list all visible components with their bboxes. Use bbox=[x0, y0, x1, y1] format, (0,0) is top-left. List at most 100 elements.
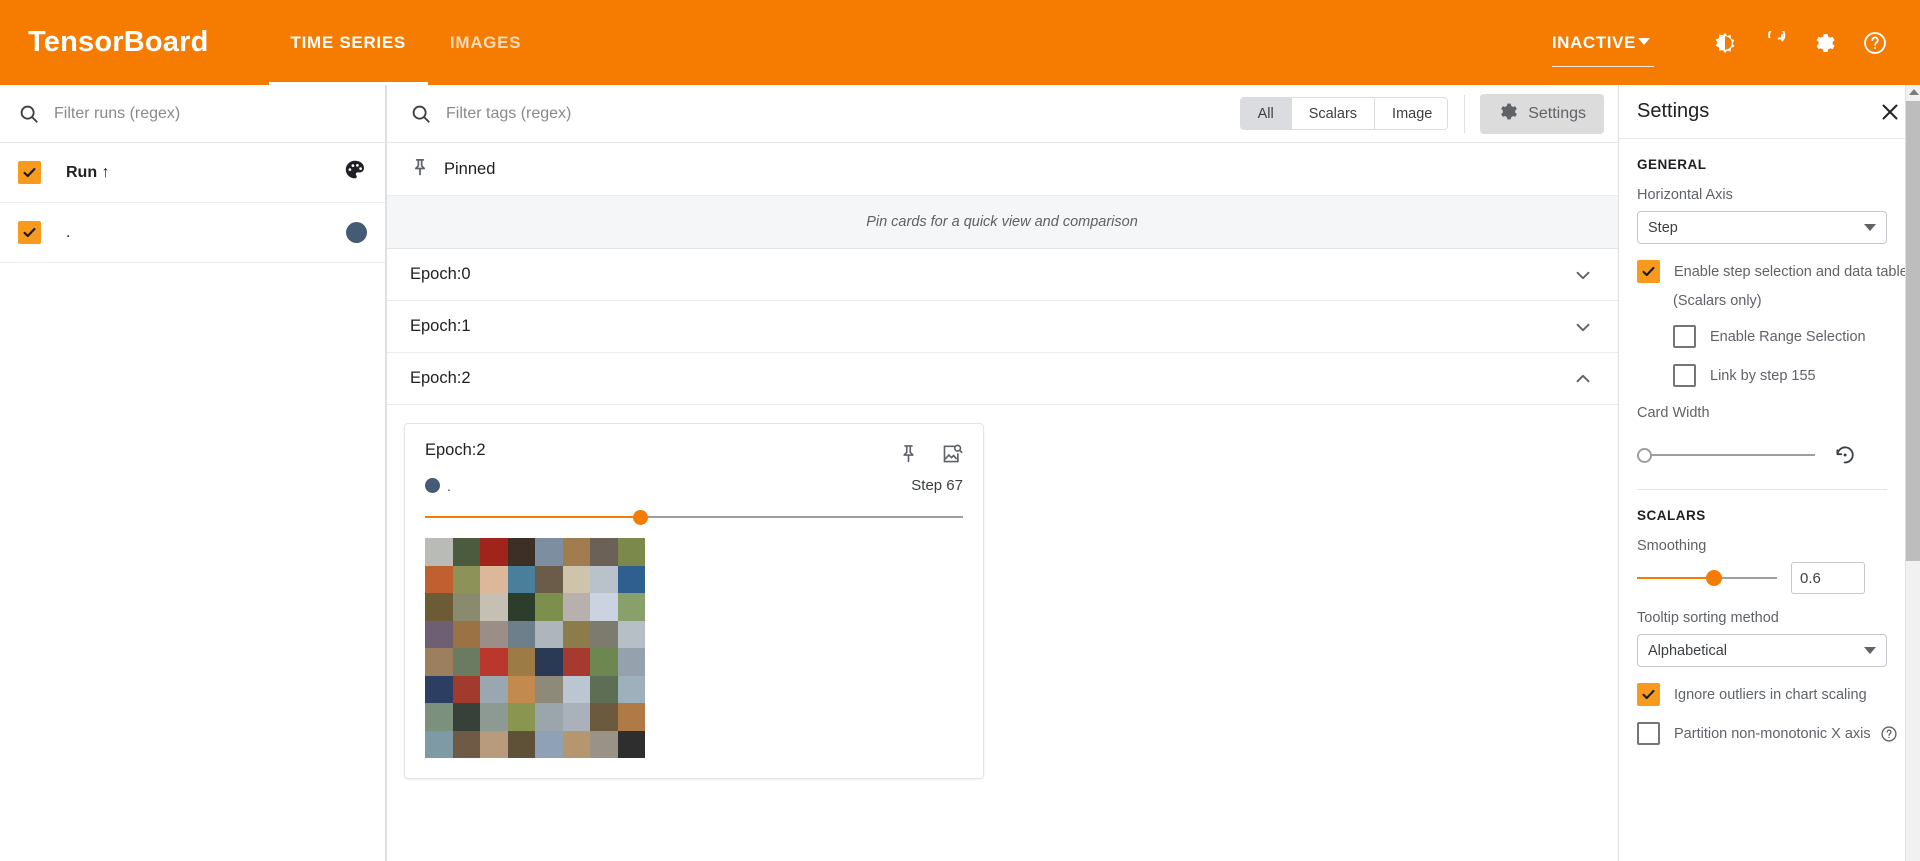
help-icon[interactable] bbox=[1852, 20, 1898, 66]
smoothing-knob[interactable] bbox=[1706, 570, 1722, 586]
chevron-down-icon bbox=[1864, 647, 1876, 654]
close-icon[interactable] bbox=[1878, 100, 1902, 124]
smoothing-slider[interactable] bbox=[1637, 569, 1777, 587]
scroll-up-arrow-icon[interactable] bbox=[1909, 89, 1919, 95]
thumbnail-cell bbox=[562, 648, 590, 676]
pinned-title: Pinned bbox=[444, 159, 496, 178]
enable-step-selection-row[interactable]: Enable step selection and data table bbox=[1637, 260, 1908, 283]
card-width-track bbox=[1637, 454, 1815, 456]
thumbnail-cell bbox=[617, 675, 645, 703]
run-color-swatch-wrap bbox=[346, 222, 367, 243]
tooltip-sort-select[interactable]: Alphabetical bbox=[1637, 634, 1887, 667]
thumbnail-cell bbox=[480, 703, 508, 731]
runs-column-header[interactable]: Run ↑ bbox=[66, 164, 110, 182]
thumbnail-cell bbox=[535, 730, 563, 758]
restore-icon[interactable] bbox=[1833, 443, 1857, 467]
smoothing-input[interactable] bbox=[1791, 562, 1865, 594]
ignore-outliers-label: Ignore outliers in chart scaling bbox=[1674, 686, 1867, 703]
thumbnail-cell bbox=[590, 620, 618, 648]
settings-section-general: GENERAL bbox=[1637, 157, 1707, 172]
partition-x-axis-checkbox[interactable] bbox=[1637, 722, 1660, 745]
link-by-step-label: Link by step 155 bbox=[1710, 367, 1816, 384]
image-card-run-label: . bbox=[447, 477, 451, 494]
image-thumbnail-grid[interactable] bbox=[425, 538, 645, 758]
step-slider-fill bbox=[425, 516, 641, 518]
thumbnail-cell bbox=[590, 675, 618, 703]
tab-images[interactable]: IMAGES bbox=[428, 0, 543, 85]
run-name-label: . bbox=[66, 223, 71, 241]
gear-icon[interactable] bbox=[1802, 20, 1848, 66]
tooltip-sort-value: Alphabetical bbox=[1648, 642, 1727, 659]
image-card-step-label: Step 67 bbox=[911, 477, 963, 494]
thumbnail-cell bbox=[562, 703, 590, 731]
thumbnail-cell bbox=[617, 730, 645, 758]
thumbnail-cell bbox=[480, 648, 508, 676]
filter-scalars-button[interactable]: Scalars bbox=[1291, 98, 1376, 129]
scrollbar-thumb[interactable] bbox=[1906, 101, 1920, 561]
thumbnail-cell bbox=[507, 648, 535, 676]
header-actions: INACTIVE bbox=[1551, 0, 1920, 85]
search-icon bbox=[18, 103, 40, 125]
enable-range-selection-checkbox[interactable] bbox=[1673, 325, 1696, 348]
thumbnail-cell bbox=[562, 565, 590, 593]
image-card-title: Epoch:2 bbox=[425, 441, 486, 459]
image-card[interactable]: Epoch:2 . Step 67 bbox=[404, 423, 984, 779]
help-circle-icon[interactable] bbox=[1880, 725, 1898, 743]
thumbnail-cell bbox=[617, 620, 645, 648]
thumbnail-cell bbox=[507, 593, 535, 621]
sidebar-divider bbox=[386, 85, 387, 861]
thumbnail-cell bbox=[425, 703, 453, 731]
runs-filter-input[interactable] bbox=[54, 104, 367, 123]
link-by-step-row[interactable]: Link by step 155 bbox=[1673, 364, 1887, 387]
step-slider-knob[interactable] bbox=[633, 510, 649, 525]
thumbnail-cell bbox=[425, 675, 453, 703]
settings-button[interactable]: Settings bbox=[1480, 93, 1604, 134]
image-zoom-icon[interactable] bbox=[941, 443, 963, 465]
color-palette-icon[interactable] bbox=[343, 158, 367, 187]
ignore-outliers-row[interactable]: Ignore outliers in chart scaling bbox=[1637, 683, 1887, 706]
tag-filter-input[interactable] bbox=[446, 104, 1240, 123]
enable-range-selection-row[interactable]: Enable Range Selection bbox=[1673, 325, 1887, 348]
select-all-runs-checkbox[interactable] bbox=[18, 161, 41, 184]
main-content: All Scalars Image Histogram Settings bbox=[386, 85, 1618, 861]
thumbnail-cell bbox=[425, 620, 453, 648]
smoothing-label: Smoothing bbox=[1637, 538, 1707, 554]
chevron-down-icon[interactable] bbox=[1572, 316, 1594, 338]
filter-image-button[interactable]: Image bbox=[1375, 98, 1447, 129]
link-by-step-checkbox[interactable] bbox=[1673, 364, 1696, 387]
runs-header-row: Run ↑ bbox=[0, 143, 385, 203]
runs-column-header-label: Run bbox=[66, 163, 98, 181]
settings-panel-body: GENERAL Horizontal Axis Step Enable step… bbox=[1619, 139, 1908, 745]
enable-step-selection-checkbox[interactable] bbox=[1637, 260, 1660, 283]
thumbnail-cell bbox=[590, 538, 618, 566]
run-color-dot[interactable] bbox=[346, 222, 367, 243]
thumbnail-cell bbox=[617, 703, 645, 731]
tab-time-series[interactable]: TIME SERIES bbox=[268, 0, 429, 85]
thumbnail-cell bbox=[535, 565, 563, 593]
group-label: Epoch:0 bbox=[410, 265, 471, 283]
run-list-item[interactable]: . bbox=[0, 203, 385, 263]
thumbnail-cell bbox=[452, 538, 480, 566]
group-row-epoch-2[interactable]: Epoch:2 bbox=[386, 353, 1618, 405]
chevron-down-icon[interactable] bbox=[1572, 264, 1594, 286]
cards-scroll-area[interactable]: Pinned Pin cards for a quick view and co… bbox=[386, 143, 1618, 861]
reload-icon[interactable] bbox=[1752, 20, 1798, 66]
group-row-epoch-1[interactable]: Epoch:1 bbox=[386, 301, 1618, 353]
filter-all-button[interactable]: All bbox=[1240, 98, 1292, 129]
horizontal-axis-select[interactable]: Step bbox=[1637, 211, 1887, 244]
brightness-icon[interactable] bbox=[1702, 20, 1748, 66]
tag-toolbar: All Scalars Image Histogram Settings bbox=[386, 85, 1618, 143]
app-logo: TensorBoard bbox=[28, 26, 209, 58]
group-row-epoch-0[interactable]: Epoch:0 bbox=[386, 249, 1618, 301]
card-width-slider[interactable] bbox=[1637, 446, 1815, 464]
pin-icon[interactable] bbox=[898, 443, 919, 465]
ignore-outliers-checkbox[interactable] bbox=[1637, 683, 1660, 706]
partition-x-axis-row[interactable]: Partition non-monotonic X axis bbox=[1637, 722, 1897, 745]
settings-scrollbar[interactable] bbox=[1905, 85, 1920, 861]
chevron-up-icon[interactable] bbox=[1572, 368, 1594, 390]
chevron-down-icon[interactable] bbox=[1638, 38, 1650, 45]
card-width-knob[interactable] bbox=[1637, 448, 1652, 463]
run-checkbox[interactable] bbox=[18, 221, 41, 244]
step-slider[interactable] bbox=[425, 508, 963, 526]
thumbnail-cell bbox=[425, 648, 453, 676]
